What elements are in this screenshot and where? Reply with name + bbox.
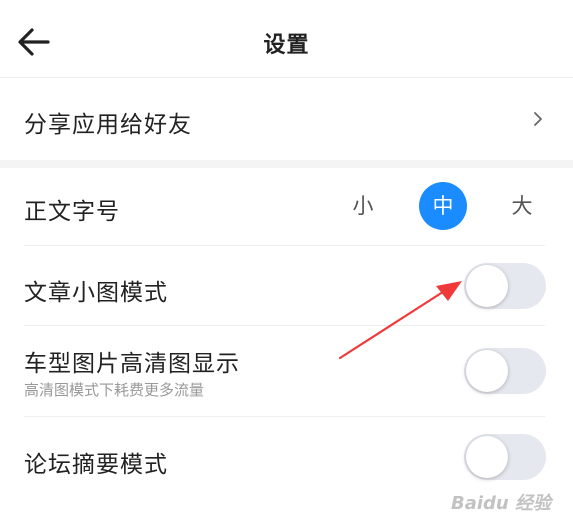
article-small-image-row: 文章小图模式 xyxy=(0,246,573,326)
share-app-label: 分享应用给好友 xyxy=(24,112,192,138)
font-size-large-option[interactable]: 大 xyxy=(498,182,546,230)
toggle-knob xyxy=(466,436,508,478)
hd-image-sublabel: 高清图模式下耗费更多流量 xyxy=(24,381,205,399)
font-size-row: 正文字号 小 中 大 xyxy=(0,168,573,246)
watermark: Baidu 经验 xyxy=(450,493,551,514)
section-gap xyxy=(0,160,573,168)
forum-summary-toggle[interactable] xyxy=(464,434,546,480)
chevron-right-icon xyxy=(534,112,542,126)
hd-image-label: 车型图片高清图显示 xyxy=(24,351,240,377)
hd-image-row: 车型图片高清图显示 高清图模式下耗费更多流量 xyxy=(0,326,573,416)
font-size-small-option[interactable]: 小 xyxy=(339,182,387,230)
font-size-label: 正文字号 xyxy=(24,199,120,225)
top-bar: 设置 xyxy=(0,0,573,78)
article-small-image-label: 文章小图模式 xyxy=(24,280,168,306)
page-title: 设置 xyxy=(263,33,310,58)
share-app-row[interactable]: 分享应用给好友 xyxy=(0,78,573,160)
font-size-medium-option[interactable]: 中 xyxy=(419,182,467,230)
hd-image-toggle[interactable] xyxy=(464,348,546,394)
toggle-knob xyxy=(466,350,508,392)
article-small-image-toggle[interactable] xyxy=(464,263,546,309)
toggle-knob xyxy=(466,265,508,307)
forum-summary-label: 论坛摘要模式 xyxy=(24,452,168,478)
